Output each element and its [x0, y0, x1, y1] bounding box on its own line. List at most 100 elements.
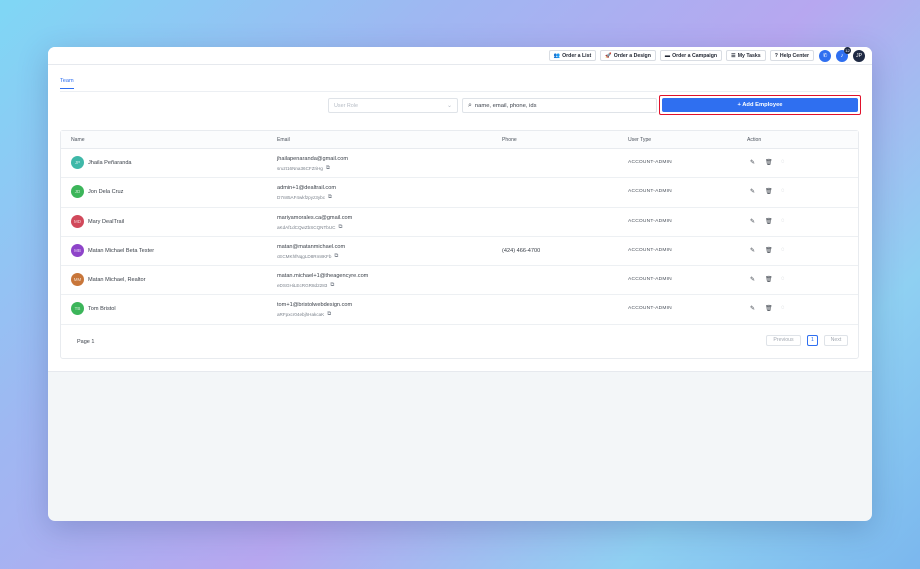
copy-icon[interactable]: ⧉ — [326, 165, 330, 172]
order-design-button[interactable]: 🚀 Order a Design — [600, 50, 656, 61]
table-row: MB Matan Michael Beta Tester matan@matanmi… — [61, 237, 858, 267]
campaign-icon: ▬ — [664, 52, 671, 59]
copy-icon[interactable]: ⧉ — [338, 224, 342, 231]
eye-off-icon[interactable]: ◌ — [781, 188, 785, 194]
order-design-label: Order a Design — [613, 52, 651, 59]
header-email: Email — [277, 137, 290, 143]
employee-phone: (424) 466-4700 — [502, 247, 541, 254]
previous-button[interactable]: Previous — [766, 334, 801, 346]
employee-id-row: D7n85AF4wkfzpyz3ybc ⧉ — [277, 194, 332, 201]
trash-icon[interactable]: 🗑 — [765, 305, 773, 312]
employee-name: Mary DealTrail — [88, 218, 125, 225]
users-icon: 👥 — [553, 52, 561, 59]
edit-icon[interactable]: ✎ — [750, 305, 755, 312]
avatar: MB — [71, 243, 84, 257]
header-user-type: User Type — [628, 137, 652, 143]
copy-icon[interactable]: ⧉ — [327, 311, 331, 318]
user-type: ACCOUNT-ADMIN — [628, 247, 672, 253]
employee-email: matan.michael+1@theagencyre.com — [277, 273, 369, 280]
edit-icon[interactable]: ✎ — [750, 159, 755, 166]
employee-id: aKdAf1dCQwZbSCQNTbUC — [277, 224, 336, 230]
user-type: ACCOUNT-ADMIN — [628, 306, 672, 312]
copy-icon[interactable]: ⧉ — [328, 194, 332, 201]
user-type: ACCOUNT-ADMIN — [628, 218, 672, 224]
trash-icon[interactable]: 🗑 — [765, 247, 773, 254]
chevron-down-icon: ⌄ — [446, 103, 452, 109]
search-placeholder: name, email, phone, ids — [474, 102, 537, 109]
employee-name: Jhaila Peñaranda — [88, 160, 132, 166]
phone-icon: ✆ — [822, 52, 828, 59]
page-label: Page 1 — [77, 338, 95, 345]
trash-icon[interactable]: 🗑 — [765, 159, 773, 166]
eye-off-icon[interactable]: ◌ — [781, 305, 785, 311]
employee-id-row: aRFpxcr04ebjhHakcaK ⧉ — [277, 311, 331, 318]
rocket-icon: 🚀 — [605, 52, 612, 59]
my-tasks-label: My Tasks — [737, 52, 761, 59]
trash-icon[interactable]: 🗑 — [765, 188, 773, 195]
bell-icon: ♪ — [840, 52, 844, 59]
search-input[interactable]: ⌕ name, email, phone, ids — [462, 98, 657, 113]
employee-id-row: eDSGHiLEcRGR8d2283 ⧉ — [277, 282, 334, 289]
employee-name: Tom Bristol — [88, 306, 116, 313]
pagination-bar: Page 1 Previous 1 Next — [61, 325, 858, 360]
employee-email: tom+1@bristolwebdesign.com — [277, 302, 353, 309]
employee-email: jhailapenaranda@gmail.com — [277, 156, 348, 162]
tab-team[interactable]: Team — [60, 78, 74, 89]
notification-badge: 12 — [844, 47, 851, 54]
table-row: MD Mary DealTrail mariyamorales.ca@gmail.c… — [61, 208, 858, 237]
copy-icon[interactable]: ⧉ — [330, 282, 334, 289]
table-row: JP Jhaila Peñaranda jhailapenaranda@gmail.… — [61, 149, 858, 179]
help-icon: ? — [774, 52, 778, 59]
copy-icon[interactable]: ⧉ — [334, 253, 338, 260]
user-role-placeholder: User Role — [334, 102, 358, 109]
employee-email: mariyamorales.ca@gmail.com — [277, 214, 353, 221]
employee-id: D7n85AF4wkfzpyz3ybc — [277, 195, 326, 201]
header-name: Name — [71, 137, 85, 143]
tab-divider — [60, 91, 860, 92]
eye-off-icon[interactable]: ◌ — [781, 247, 785, 253]
order-list-button[interactable]: 👥 Order a List — [548, 50, 597, 61]
eye-off-icon[interactable]: ◌ — [781, 218, 785, 224]
top-bar: 👥 Order a List 🚀 Order a Design ▬ Order a C… — [48, 47, 872, 65]
trash-icon[interactable]: 🗑 — [765, 276, 773, 283]
table-row: MM Matan Michael, Realtor matan.michael+1@… — [61, 266, 858, 296]
eye-off-icon[interactable]: ◌ — [781, 159, 785, 165]
notifications-button[interactable]: ♪ 12 — [836, 47, 851, 62]
eye-off-icon[interactable]: ◌ — [781, 276, 785, 282]
employee-id: cECMKhfNqgLD8Rm8KFb — [277, 253, 332, 259]
employee-id-row: sruzt16Nna36CFZriHg ⧉ — [277, 165, 330, 172]
employee-id: aRFpxcr04ebjhHakcaK — [277, 312, 325, 318]
order-campaign-button[interactable]: ▬ Order a Campaign — [659, 50, 723, 61]
page-1-button[interactable]: 1 — [807, 334, 818, 346]
edit-icon[interactable]: ✎ — [750, 218, 755, 225]
app-window: 👥 Order a List 🚀 Order a Design ▬ Order a C… — [48, 47, 872, 521]
trash-icon[interactable]: 🗑 — [765, 218, 773, 225]
tasks-icon: ☰ — [731, 52, 736, 59]
table-body: JP Jhaila Peñaranda jhailapenaranda@gmail.… — [61, 149, 858, 325]
header-action: Action — [747, 137, 762, 143]
employee-id-row: aKdAf1dCQwZbSCQNTbUC ⧉ — [277, 224, 342, 231]
user-avatar[interactable]: JP — [853, 49, 865, 62]
table-header: Name Email Phone User Type Action — [61, 131, 858, 149]
help-center-button[interactable]: ? Help Center — [769, 50, 814, 61]
add-employee-button[interactable]: + Add Employee — [662, 98, 858, 112]
next-button[interactable]: Next — [824, 334, 848, 346]
phone-button[interactable]: ✆ — [819, 49, 831, 62]
employee-name: Jon Dela Cruz — [88, 189, 124, 196]
avatar: MM — [71, 273, 84, 287]
edit-icon[interactable]: ✎ — [750, 276, 755, 283]
user-role-select[interactable]: User Role ⌄ — [328, 98, 458, 113]
edit-icon[interactable]: ✎ — [750, 188, 755, 195]
employee-name: Matan Michael, Realtor — [88, 277, 146, 284]
avatar: JP — [71, 156, 84, 169]
search-icon: ⌕ — [468, 101, 472, 109]
edit-icon[interactable]: ✎ — [750, 247, 755, 254]
user-type: ACCOUNT-ADMIN — [628, 189, 672, 195]
avatar: TB — [71, 302, 84, 316]
my-tasks-button[interactable]: ☰ My Tasks — [726, 50, 766, 61]
employee-name: Matan Michael Beta Tester — [88, 247, 155, 254]
avatar: MD — [71, 214, 84, 228]
help-center-label: Help Center — [779, 52, 809, 59]
employee-id-row: cECMKhfNqgLD8Rm8KFb ⧉ — [277, 253, 338, 260]
employee-id: eDSGHiLEcRGR8d2283 — [277, 283, 328, 289]
